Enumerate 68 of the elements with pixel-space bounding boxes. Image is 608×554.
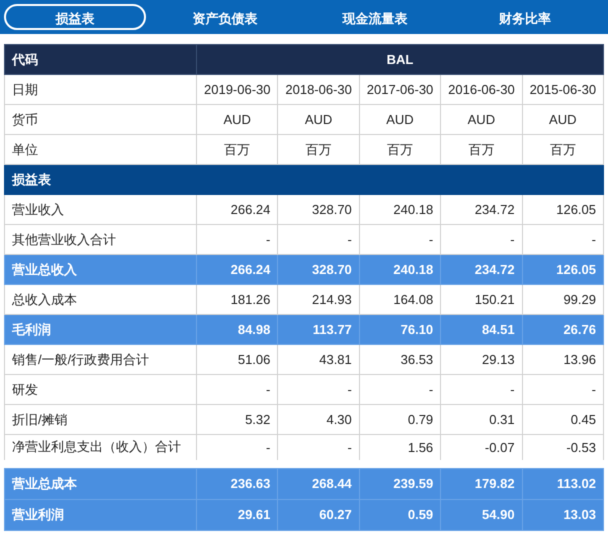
table-cell: 76.10 <box>359 314 441 344</box>
row-label: 营业总收入 <box>4 254 196 284</box>
table-cell: 126.05 <box>522 194 604 224</box>
table-cell: 240.18 <box>359 194 441 224</box>
table-cell: AUD <box>359 104 441 134</box>
table-cell: 29.13 <box>440 344 522 374</box>
table-cell: 51.06 <box>196 344 278 374</box>
tab[interactable]: 损益表 <box>4 4 146 30</box>
row-label: 净营业利息支出（收入）合计 <box>4 434 196 460</box>
table-cell: 13.03 <box>522 499 604 530</box>
header-cell: BAL <box>196 44 604 74</box>
tab[interactable]: 现金流量表 <box>304 4 446 30</box>
row-label: 货币 <box>4 104 196 134</box>
table-cell: 266.24 <box>196 194 278 224</box>
table-cell: 239.59 <box>359 468 441 499</box>
table-cell: 2019-06-30 <box>196 74 278 104</box>
table-cell: 328.70 <box>278 254 360 284</box>
table-cell: 113.77 <box>278 314 360 344</box>
table-cell: 113.02 <box>522 468 604 499</box>
table-cell: 13.96 <box>522 344 604 374</box>
table-cell: 179.82 <box>440 468 522 499</box>
table-cell: - <box>522 374 604 404</box>
table-cell: - <box>359 374 441 404</box>
table-cell: 2016-06-30 <box>440 74 522 104</box>
tab[interactable]: 资产负债表 <box>154 4 296 30</box>
table-cell: 0.79 <box>359 404 441 434</box>
section-header: 损益表 <box>4 164 604 194</box>
table-cell: AUD <box>440 104 522 134</box>
table-cell: 84.51 <box>440 314 522 344</box>
table-cell: 0.59 <box>359 499 441 530</box>
table-cell: 84.98 <box>196 314 278 344</box>
table-cell: 60.27 <box>278 499 360 530</box>
row-label: 营业收入 <box>4 194 196 224</box>
row-label: 折旧/摊销 <box>4 404 196 434</box>
table-cell: AUD <box>196 104 278 134</box>
table-cell: 54.90 <box>440 499 522 530</box>
header-cell: 代码 <box>4 44 196 74</box>
row-label: 销售/一般/行政费用合计 <box>4 344 196 374</box>
table-cell: - <box>440 374 522 404</box>
row-label: 营业利润 <box>4 499 196 530</box>
row-label: 日期 <box>4 74 196 104</box>
tab[interactable]: 财务比率 <box>454 4 596 30</box>
table-cell: 43.81 <box>278 344 360 374</box>
table-cell: 0.31 <box>440 404 522 434</box>
table-cell: 266.24 <box>196 254 278 284</box>
row-label: 研发 <box>4 374 196 404</box>
table-cell: 2015-06-30 <box>522 74 604 104</box>
table-cell: - <box>196 374 278 404</box>
table-cell: 4.30 <box>278 404 360 434</box>
table-cell: 126.05 <box>522 254 604 284</box>
row-label: 毛利润 <box>4 314 196 344</box>
table-cell: 5.32 <box>196 404 278 434</box>
table-cell: AUD <box>522 104 604 134</box>
table-cell: 0.45 <box>522 404 604 434</box>
table-cell: 29.61 <box>196 499 278 530</box>
table-cell: 234.72 <box>440 254 522 284</box>
table-cell: 234.72 <box>440 194 522 224</box>
table-cell: AUD <box>278 104 360 134</box>
table-cell: 236.63 <box>196 468 278 499</box>
table-cell: 2018-06-30 <box>278 74 360 104</box>
table-cell: - <box>278 374 360 404</box>
table-cell: 328.70 <box>278 194 360 224</box>
table-cell: 26.76 <box>522 314 604 344</box>
table-cell: 36.53 <box>359 344 441 374</box>
table-cell: 2017-06-30 <box>359 74 441 104</box>
row-label: 营业总成本 <box>4 468 196 499</box>
table-cell: 268.44 <box>278 468 360 499</box>
table-cell: 240.18 <box>359 254 441 284</box>
